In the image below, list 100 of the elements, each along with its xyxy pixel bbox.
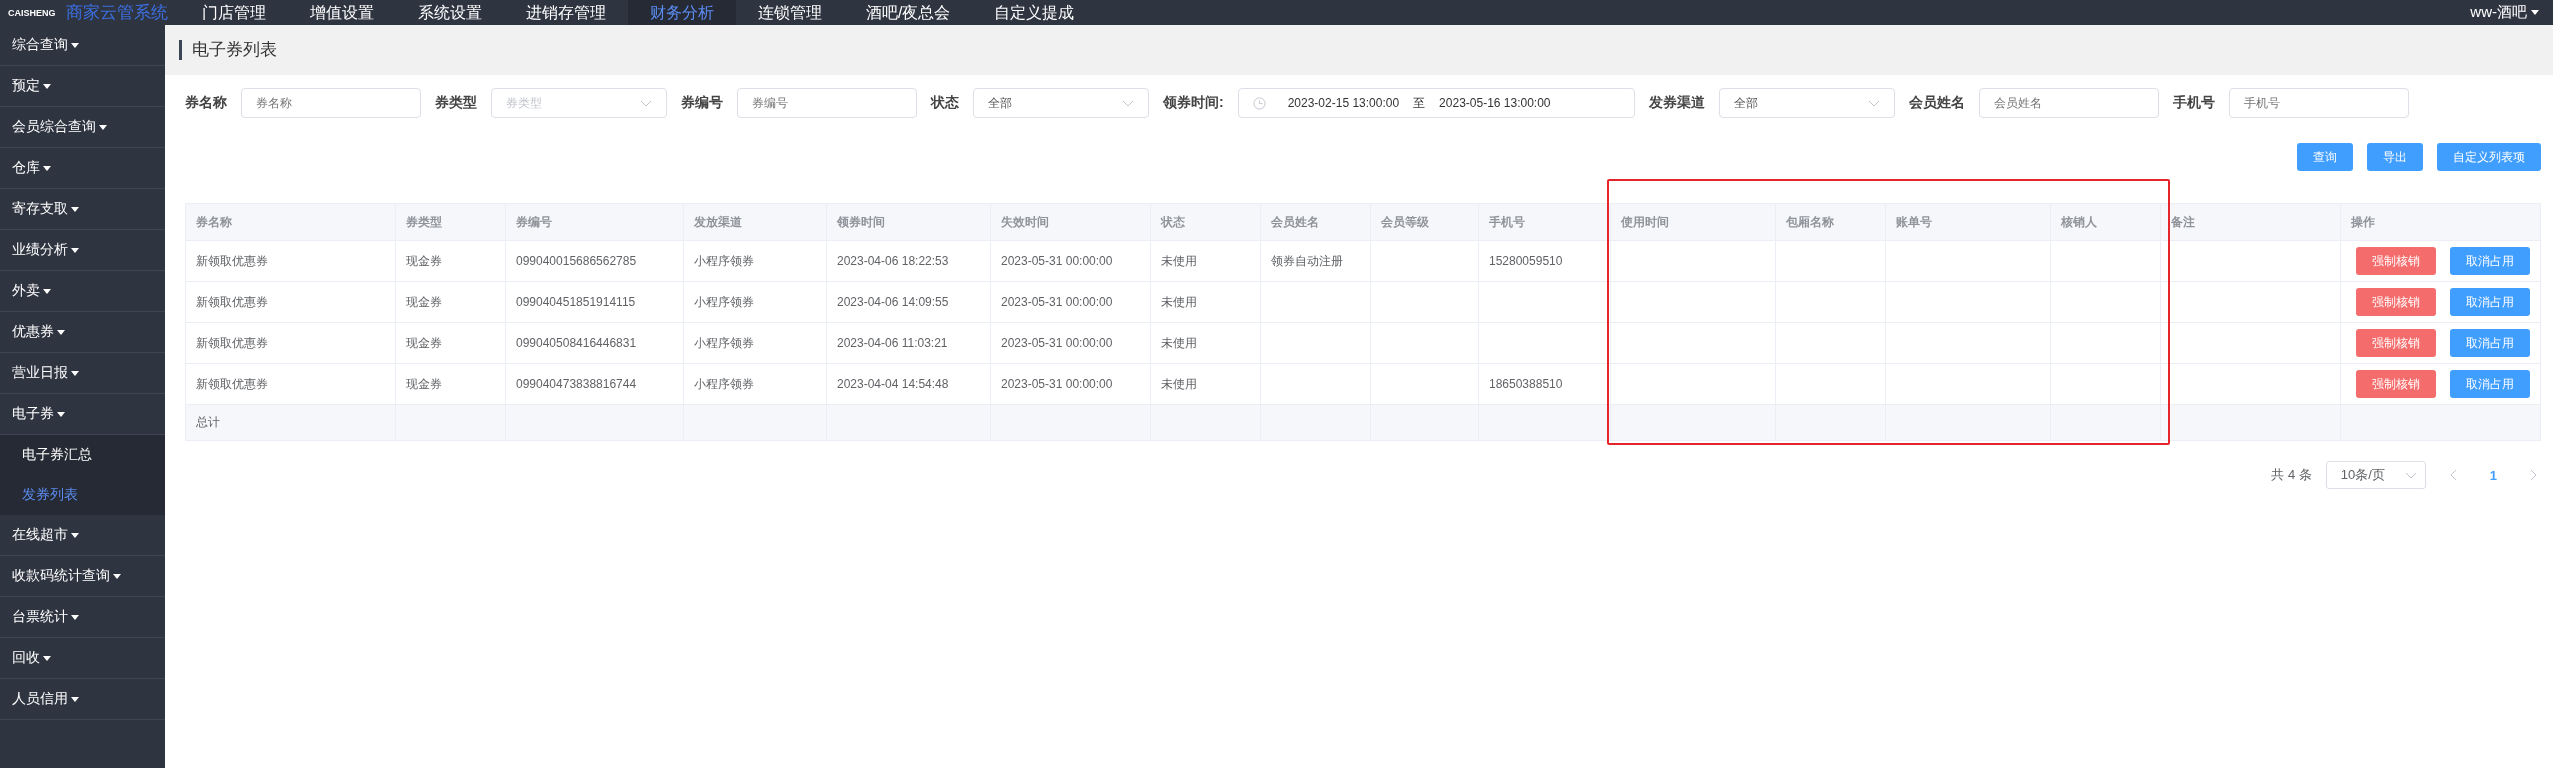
previous-page-icon[interactable] — [2449, 469, 2458, 481]
caret-icon — [71, 206, 79, 212]
nav-tab[interactable]: 酒吧/夜总会 — [844, 0, 973, 25]
clock-icon — [1252, 96, 1266, 110]
caret-icon — [99, 124, 107, 130]
table-cell: 小程序领券 — [683, 363, 827, 405]
logo-caption: CAISHENG — [8, 7, 56, 18]
text-field[interactable]: 手机号 — [2228, 88, 2409, 118]
brand-name: 商家云管系统 — [65, 2, 168, 24]
sidebar-item[interactable]: 预定 — [0, 66, 165, 107]
table-cell: 2023-05-31 00:00:00 — [990, 281, 1151, 323]
table-cell: 2023-04-06 14:09:55 — [826, 281, 991, 323]
next-page-icon[interactable] — [2529, 469, 2537, 481]
table-cell: 2023-04-04 14:54:48 — [826, 363, 991, 405]
table-cell: 2023-05-31 00:00:00 — [990, 240, 1151, 282]
user-menu[interactable]: ww-酒吧 — [2470, 3, 2539, 22]
text-field[interactable]: 券编号 — [737, 88, 917, 118]
caret-icon — [71, 696, 79, 702]
total-cell: 总计 — [185, 404, 396, 441]
date-range-field[interactable]: 2023-02-15 13:00:00 至 2023-05-16 13:00:00 — [1237, 88, 1635, 118]
table-cell: 未使用 — [1150, 281, 1261, 323]
table-cell: 现金券 — [395, 322, 506, 364]
nav-tab[interactable]: 连锁管理 — [736, 0, 844, 25]
column-header: 手机号 — [1478, 203, 1611, 241]
sidebar-item[interactable]: 回收 — [0, 638, 165, 679]
sidebar-item[interactable]: 在线超市 — [0, 515, 165, 556]
filter-label: 手机号 — [2172, 94, 2215, 112]
column-header: 包厢名称 — [1775, 203, 1886, 241]
filter-label: 券名称 — [185, 94, 227, 112]
sidebar-subitem[interactable]: 电子券汇总 — [0, 435, 165, 475]
table-cell: 领券自动注册 — [1260, 240, 1371, 282]
table-cell: 099040015686562785 — [505, 240, 684, 282]
column-header: 核销人 — [2050, 203, 2161, 241]
nav-tab[interactable]: 门店管理 — [180, 0, 288, 25]
sidebar-item[interactable]: 收款码统计查询 — [0, 556, 165, 597]
filter-label: 发券渠道 — [1648, 94, 1705, 112]
nav-tab[interactable]: 增值设置 — [288, 0, 396, 25]
column-header: 券编号 — [505, 203, 684, 241]
caret-icon — [71, 42, 79, 48]
caret-icon — [43, 83, 51, 89]
select-field[interactable]: 全部 — [973, 88, 1149, 118]
sidebar-item[interactable]: 业绩分析 — [0, 230, 165, 271]
page-title: 电子券列表 — [179, 40, 277, 60]
table-cell: 新领取优惠券 — [185, 240, 396, 282]
filter-label: 会员姓名 — [1908, 94, 1965, 112]
column-header: 领券时间 — [826, 203, 991, 241]
caret-icon — [2531, 10, 2539, 15]
sidebar-item[interactable]: 寄存支取 — [0, 189, 165, 230]
nav-tab[interactable]: 系统设置 — [396, 0, 504, 25]
select-field[interactable]: 全部 — [1718, 88, 1895, 118]
table-cell: 099040451851914115 — [505, 281, 684, 323]
sidebar-item[interactable]: 台票统计 — [0, 597, 165, 638]
text-field[interactable]: 券名称 — [241, 88, 421, 118]
caret-icon — [71, 247, 79, 253]
filter-label: 券类型 — [435, 94, 477, 112]
table-cell: 18650388510 — [1478, 363, 1611, 405]
nav-tab[interactable]: 进销存管理 — [504, 0, 628, 25]
table-cell: 2023-05-31 00:00:00 — [990, 363, 1151, 405]
table-cell: 未使用 — [1150, 322, 1261, 364]
chevron-down-icon — [1122, 99, 1134, 107]
caret-icon — [113, 573, 121, 579]
sidebar-item[interactable]: 优惠券 — [0, 312, 165, 353]
filter-label: 券编号 — [681, 94, 723, 112]
column-header: 备注 — [2160, 203, 2341, 241]
sidebar-item[interactable]: 外卖 — [0, 271, 165, 312]
sidebar-subitem[interactable]: 发券列表 — [0, 475, 165, 515]
table-cell: 2023-04-06 18:22:53 — [826, 240, 991, 282]
table-cell: 新领取优惠券 — [185, 322, 396, 364]
sidebar-item[interactable]: 仓库 — [0, 148, 165, 189]
column-header: 操作 — [2340, 203, 2541, 241]
table-cell: 未使用 — [1150, 363, 1261, 405]
sidebar-item[interactable]: 人员信用 — [0, 679, 165, 720]
column-header: 券类型 — [395, 203, 506, 241]
column-header: 使用时间 — [1610, 203, 1776, 241]
table-cell: 新领取优惠券 — [185, 363, 396, 405]
caret-icon — [43, 655, 51, 661]
caret-icon — [71, 614, 79, 620]
filter-label: 领券时间: — [1163, 94, 1224, 112]
table-cell: 小程序领券 — [683, 322, 827, 364]
table-cell: 2023-04-06 11:03:21 — [826, 322, 991, 364]
filter-label: 状态 — [931, 94, 959, 112]
table-cell: 现金券 — [395, 363, 506, 405]
sidebar-item[interactable]: 营业日报 — [0, 353, 165, 394]
column-header: 状态 — [1150, 203, 1261, 241]
chevron-down-icon — [1867, 99, 1880, 107]
column-header: 会员姓名 — [1260, 203, 1371, 241]
total-count: 共 4 条 — [2271, 466, 2312, 484]
page-size-select[interactable]: 10条/页 — [2325, 461, 2426, 489]
column-header: 券名称 — [185, 203, 396, 241]
text-field[interactable]: 会员姓名 — [1978, 88, 2159, 118]
column-header: 账单号 — [1885, 203, 2051, 241]
nav-tab[interactable]: 财务分析 — [628, 0, 736, 25]
sidebar-item[interactable]: 会员综合查询 — [0, 107, 165, 148]
caret-icon — [71, 532, 79, 538]
column-header: 发放渠道 — [683, 203, 827, 241]
table-cell: 现金券 — [395, 281, 506, 323]
table-cell: 099040508416446831 — [505, 322, 684, 364]
table-cell: 099040473838816744 — [505, 363, 684, 405]
nav-tab[interactable]: 自定义提成 — [972, 0, 1097, 25]
column-header: 会员等级 — [1370, 203, 1479, 241]
